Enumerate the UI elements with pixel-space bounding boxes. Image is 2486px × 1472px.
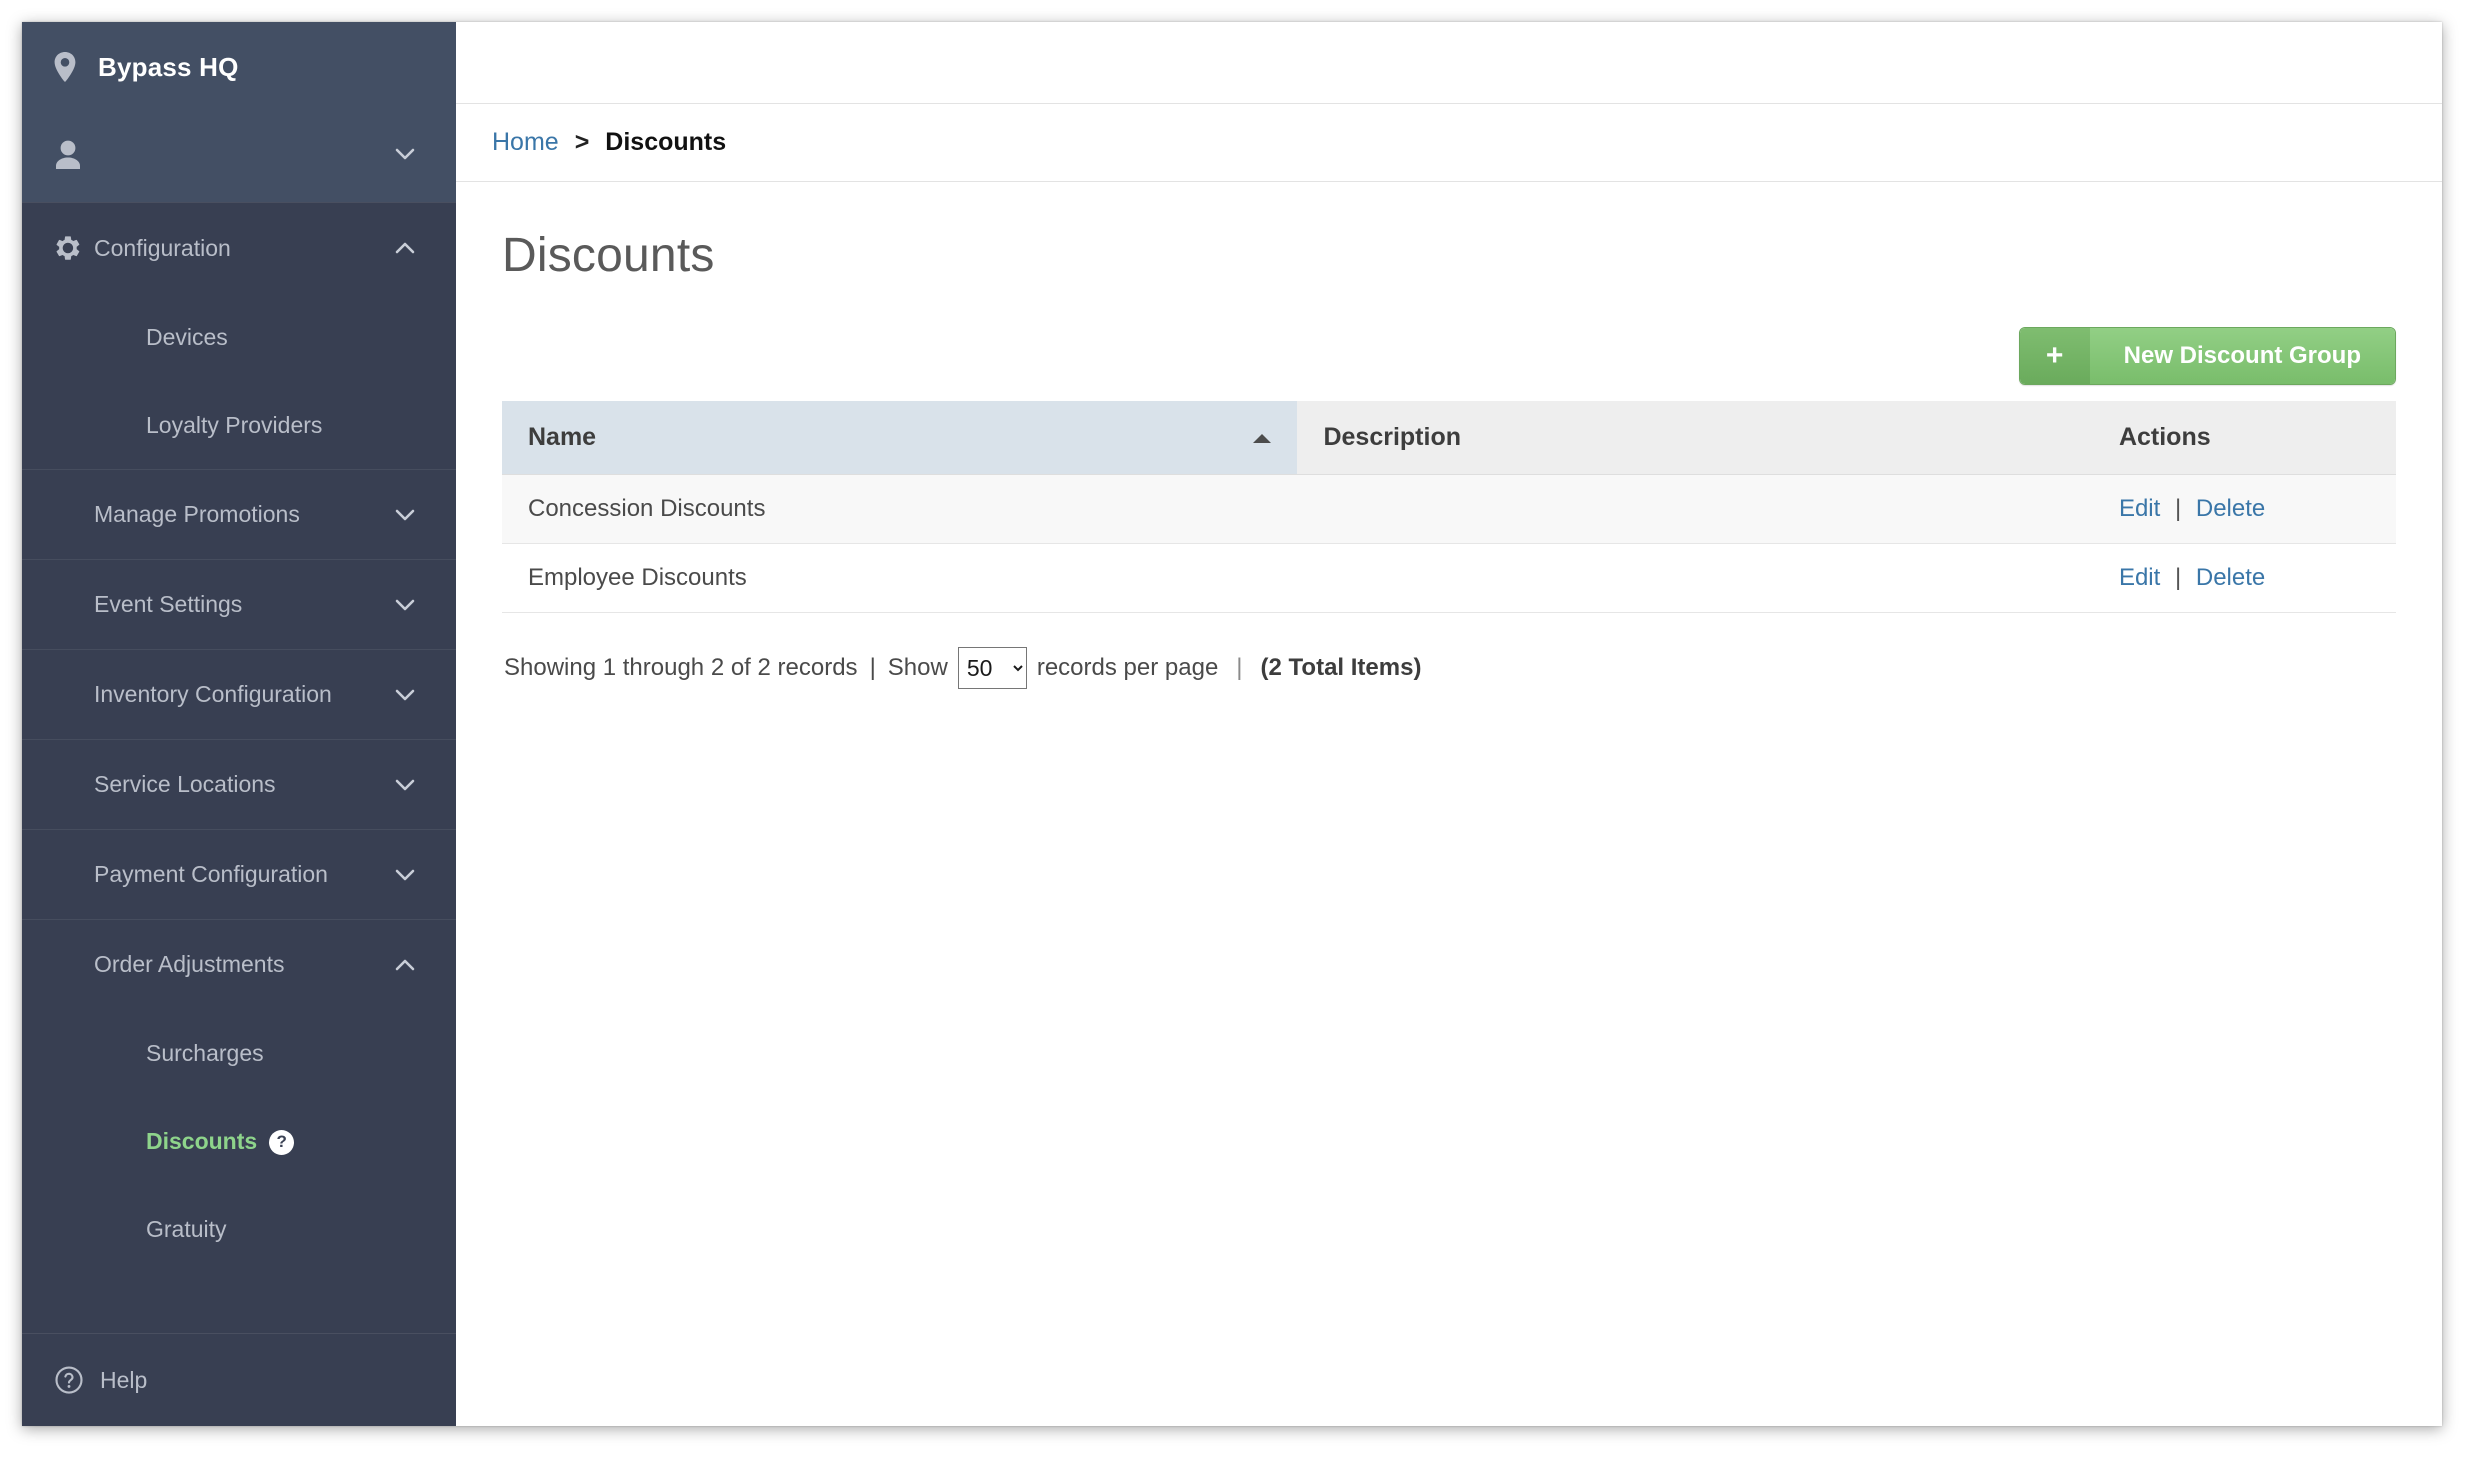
location-pin-icon [54, 52, 84, 82]
brand[interactable]: Bypass HQ [22, 28, 456, 106]
chevron-up-icon [392, 952, 418, 978]
total-items-text: (2 Total Items) [1260, 654, 1422, 681]
edit-link[interactable]: Edit [2119, 495, 2160, 522]
table-header: Name Description Actions [502, 401, 2396, 475]
sidebar-group-label: Inventory Configuration [94, 681, 332, 707]
delete-link[interactable]: Delete [2196, 495, 2265, 522]
person-icon [54, 139, 84, 169]
page-title: Discounts [502, 229, 715, 282]
help-circle-icon[interactable]: ? [269, 1129, 295, 1155]
cell-name: Employee Discounts [502, 543, 1298, 613]
discount-groups-table: Name Description Actions Concession Disc [502, 401, 2396, 613]
help-circle-outline-icon [54, 1365, 88, 1395]
sidebar: Bypass HQ Configuration Devices Loyalty … [22, 22, 456, 1426]
app-window: Bypass HQ Configuration Devices Loyalty … [22, 22, 2442, 1426]
sidebar-header: Bypass HQ [22, 22, 456, 202]
cell-actions: Edit | Delete [2092, 474, 2396, 544]
cell-name: Concession Discounts [502, 474, 1298, 544]
sidebar-group-label: Manage Promotions [94, 501, 300, 527]
sidebar-group-label: Event Settings [94, 591, 243, 617]
sidebar-item-loyalty-providers[interactable]: Loyalty Providers [22, 381, 456, 469]
toolbar: + New Discount Group [502, 327, 2396, 385]
records-per-page-select[interactable]: 102550100 [957, 647, 1027, 689]
column-header-actions: Actions [2092, 401, 2396, 475]
chevron-down-icon [392, 141, 418, 167]
showing-records-text: Showing 1 through 2 of 2 records [504, 654, 858, 681]
cell-description [1297, 543, 2093, 613]
breadcrumb-separator: > [574, 128, 590, 156]
sidebar-group-service-locations[interactable]: Service Locations [22, 739, 456, 829]
column-header-label: Actions [2118, 423, 2211, 451]
page-content: Discounts + New Discount Group Name Desc… [456, 182, 2442, 1426]
sidebar-group-order-adjustments[interactable]: Order Adjustments [22, 919, 456, 1009]
cell-actions: Edit | Delete [2092, 543, 2396, 613]
sidebar-group-event-settings[interactable]: Event Settings [22, 559, 456, 649]
cell-description [1297, 474, 2093, 544]
sidebar-item-surcharges[interactable]: Surcharges [22, 1009, 456, 1097]
main-area: Home > Discounts Discounts + New Discoun… [456, 22, 2442, 1426]
column-header-description[interactable]: Description [1297, 401, 2093, 475]
pagination-summary: Showing 1 through 2 of 2 records | Show … [502, 647, 2396, 689]
sidebar-item-label: Gratuity [146, 1215, 227, 1242]
delete-link[interactable]: Delete [2196, 564, 2265, 591]
edit-link[interactable]: Edit [2119, 564, 2160, 591]
chevron-up-icon [392, 235, 418, 261]
table-header-row: Name Description Actions [502, 401, 2396, 475]
sidebar-item-label: Surcharges [146, 1039, 264, 1066]
table-body: Concession Discounts Edit | Delete Emplo… [502, 474, 2396, 613]
new-discount-group-button[interactable]: + New Discount Group [2018, 327, 2396, 385]
chevron-down-icon [392, 682, 418, 708]
sidebar-group-label: Service Locations [94, 771, 276, 797]
sidebar-group-label: Order Adjustments [94, 951, 285, 977]
sidebar-group-inventory-configuration[interactable]: Inventory Configuration [22, 649, 456, 739]
plus-icon: + [2019, 328, 2090, 384]
sidebar-group-label: Configuration [94, 234, 231, 261]
new-discount-group-label: New Discount Group [2089, 328, 2395, 384]
top-bar [456, 22, 2442, 104]
action-separator: | [2174, 495, 2182, 522]
sidebar-item-help[interactable]: Help [22, 1334, 456, 1426]
sidebar-group-configuration[interactable]: Configuration [22, 203, 456, 293]
user-menu[interactable] [22, 106, 456, 202]
brand-name: Bypass HQ [98, 51, 239, 82]
column-header-name[interactable]: Name [502, 401, 1298, 475]
sidebar-nav: Configuration Devices Loyalty Providers … [22, 203, 456, 1333]
chevron-down-icon [392, 592, 418, 618]
sidebar-footer: Help [22, 1333, 456, 1426]
sidebar-item-label: Discounts [146, 1127, 258, 1154]
pager-bar: | [1236, 654, 1243, 681]
sidebar-group-payment-configuration[interactable]: Payment Configuration [22, 829, 456, 919]
breadcrumb: Home > Discounts [456, 104, 2442, 182]
breadcrumb-home-link[interactable]: Home [492, 128, 559, 157]
sidebar-item-gratuity[interactable]: Gratuity [22, 1185, 456, 1273]
chevron-down-icon [392, 502, 418, 528]
gear-icon [54, 234, 88, 262]
sidebar-item-label: Loyalty Providers [146, 411, 323, 438]
column-header-label: Description [1323, 423, 1461, 451]
sidebar-item-discounts[interactable]: Discounts ? [22, 1097, 456, 1185]
sidebar-item-label: Devices [146, 323, 228, 350]
sidebar-item-devices[interactable]: Devices [22, 293, 456, 381]
action-separator: | [2174, 564, 2182, 591]
pager-separator: | [869, 654, 876, 681]
table-row: Concession Discounts Edit | Delete [502, 474, 2396, 544]
column-header-label: Name [528, 423, 597, 451]
table-row: Employee Discounts Edit | Delete [502, 543, 2396, 613]
sort-ascending-icon [1253, 433, 1272, 443]
sidebar-group-label: Payment Configuration [94, 861, 328, 887]
sidebar-item-label: Help [100, 1366, 148, 1393]
chevron-down-icon [392, 772, 418, 798]
chevron-down-icon [392, 862, 418, 888]
records-per-page-label: records per page [1036, 654, 1219, 681]
show-label: Show [887, 654, 948, 681]
breadcrumb-current: Discounts [605, 128, 727, 156]
sidebar-group-manage-promotions[interactable]: Manage Promotions [22, 469, 456, 559]
